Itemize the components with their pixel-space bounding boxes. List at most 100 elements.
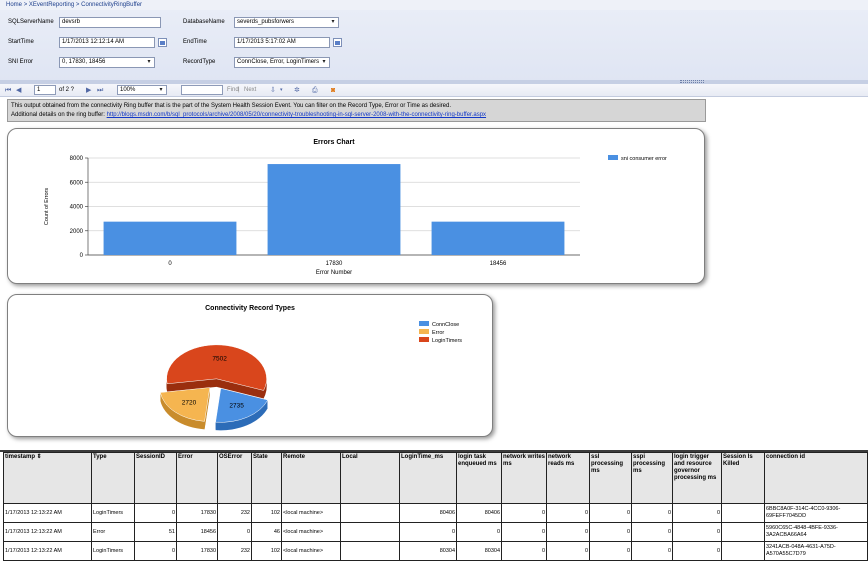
table-cell: 0	[546, 503, 590, 523]
table-row: 1/17/2013 12:13:22 AM Error 51 18456 0 46 <loc…	[3, 522, 868, 542]
sni-error-label: SNI Error	[8, 59, 34, 65]
sql-server-label: SQLServerName	[8, 19, 54, 25]
results-table: timestamp ⇕ Type SessionID Error OSError Stat…	[3, 452, 868, 561]
pie-data-label: 2735	[229, 403, 244, 410]
table-cell	[721, 541, 765, 561]
chevron-down-icon: ▾	[147, 59, 151, 65]
breadcrumb: Home > XEventReporting > ConnectivityRin…	[0, 0, 868, 10]
sort-icon[interactable]: ⇕	[35, 454, 42, 460]
chevron-down-icon: ▾	[159, 87, 163, 93]
table-cell	[721, 503, 765, 523]
table-cell: 0	[589, 541, 632, 561]
column-header: ssl processing ms	[589, 452, 632, 504]
sni-error-select[interactable]: 0, 17830, 18456 ▾	[59, 57, 155, 68]
errors-chart-canvas: Errors Chart 0 2000 4000 6000 8000 0 17830 18456…	[44, 139, 667, 276]
column-header: login task enqueued ms	[456, 452, 502, 504]
table-cell: 5960C65C-4848-4BFE-9336-3A2ACBA66A64	[764, 522, 868, 542]
table-cell: 0	[217, 522, 252, 542]
chart-title: Errors Chart	[313, 139, 355, 146]
table-cell: LoginTimers	[91, 541, 135, 561]
column-header: LoginTime_ms	[399, 452, 457, 504]
breadcrumb-xeventreporting[interactable]: XEventReporting	[29, 2, 74, 8]
report-description: This output obtained from the connectivi…	[7, 99, 706, 122]
refresh-icon[interactable]: ✲	[294, 86, 300, 95]
y-tick-label: 6000	[70, 180, 84, 186]
column-header: network writes ms	[501, 452, 547, 504]
last-page-icon[interactable]: ⏭	[97, 86, 103, 95]
table-cell: 3241ACB-048A-4631-A75D-A570A55C7D79	[764, 541, 868, 561]
x-axis-label: Error Number	[316, 270, 352, 276]
table-cell: 51	[134, 522, 177, 542]
breadcrumb-current[interactable]: ConnectivityRingBuffer	[81, 2, 142, 8]
x-tick-label: 17830	[326, 261, 343, 267]
splitter-grip-icon[interactable]	[680, 80, 704, 83]
sql-server-input[interactable]: devsrb	[59, 17, 161, 28]
next-page-icon[interactable]: ▶	[86, 86, 91, 95]
zoom-select[interactable]: 100% ▾	[117, 85, 167, 95]
table-cell: 102	[251, 503, 282, 523]
legend-swatch	[419, 329, 429, 334]
table-cell: 80304	[399, 541, 457, 561]
find-separator: |	[238, 87, 240, 93]
table-cell: Error	[91, 522, 135, 542]
y-tick-label: 4000	[70, 205, 84, 211]
calendar-icon[interactable]	[158, 38, 167, 47]
table-cell: 232	[217, 503, 252, 523]
find-next-link[interactable]: Next	[244, 86, 256, 95]
table-cell: 80406	[399, 503, 457, 523]
breadcrumb-home[interactable]: Home	[6, 2, 22, 8]
database-value: severds_pubsforwers	[237, 19, 295, 25]
bar	[431, 221, 565, 255]
database-select[interactable]: severds_pubsforwers ▾	[234, 17, 339, 28]
feed-icon[interactable]: ◙	[331, 86, 335, 95]
table-cell: 0	[631, 522, 673, 542]
column-header: SessionID	[134, 452, 177, 504]
record-type-select[interactable]: ConnClose, Error, LoginTimers ▾	[234, 57, 330, 68]
start-time-input[interactable]: 1/17/2013 12:12:14 AM	[59, 37, 155, 48]
table-cell: 0	[546, 522, 590, 542]
legend-swatch	[419, 321, 429, 326]
legend-label: ConnClose	[432, 322, 459, 328]
calendar-icon[interactable]	[333, 38, 342, 47]
column-header: Remote	[281, 452, 341, 504]
table-cell: 0	[672, 503, 722, 523]
table-cell: 0	[134, 503, 177, 523]
table-cell: 80406	[456, 503, 502, 523]
start-time-label: StartTime	[8, 39, 34, 45]
x-tick-label: 0	[168, 261, 172, 267]
table-cell: 0	[589, 503, 632, 523]
legend-label: sni consumer error	[621, 156, 667, 162]
table-cell: 1/17/2013 12:13:22 AM	[3, 541, 92, 561]
legend-label: Error	[432, 330, 444, 336]
end-time-input[interactable]: 1/17/2013 5:17:02 AM	[234, 37, 330, 48]
report-toolbar: ⏮ ◀ 1 of 2 ? ▶ ⏭ 100% ▾ Find | Next ⇩ ▾ ✲…	[0, 84, 868, 97]
previous-page-icon[interactable]: ◀	[16, 86, 21, 95]
column-header: OSError	[217, 452, 252, 504]
breadcrumb-separator: >	[23, 2, 28, 8]
chevron-down-icon[interactable]: ▾	[280, 86, 283, 95]
chevron-down-icon: ▾	[331, 19, 335, 25]
description-prefix: Additional details on the ring buffer:	[11, 112, 107, 118]
table-cell: 0	[672, 541, 722, 561]
description-line: This output obtained from the connectivi…	[11, 103, 452, 109]
page-count: of 2 ?	[59, 87, 75, 93]
table-cell: 0	[399, 522, 457, 542]
export-icon[interactable]: ⇩	[270, 86, 276, 95]
column-header-sortable[interactable]: timestamp ⇕	[3, 452, 92, 504]
page-number-input[interactable]: 1	[34, 85, 56, 95]
table-cell: 0	[134, 541, 177, 561]
column-header: login trigger and resource governor proc…	[672, 452, 722, 504]
table-cell: 0	[501, 522, 547, 542]
column-header: sspi processing ms	[631, 452, 673, 504]
find-link[interactable]: Find	[227, 86, 239, 95]
table-cell: 1/17/2013 12:13:22 AM	[3, 503, 92, 523]
print-icon[interactable]: ⎙	[312, 86, 318, 95]
y-axis-label: Count of Errors	[44, 188, 50, 226]
ring-buffer-link[interactable]: http://blogs.msdn.com/b/sql_protocols/ar…	[107, 112, 486, 118]
column-header: connection id	[764, 452, 868, 504]
column-header: State	[251, 452, 282, 504]
first-page-icon[interactable]: ⏮	[5, 86, 11, 95]
column-header: Type	[91, 452, 135, 504]
breadcrumb-separator: >	[75, 2, 80, 8]
find-input[interactable]	[181, 85, 223, 95]
